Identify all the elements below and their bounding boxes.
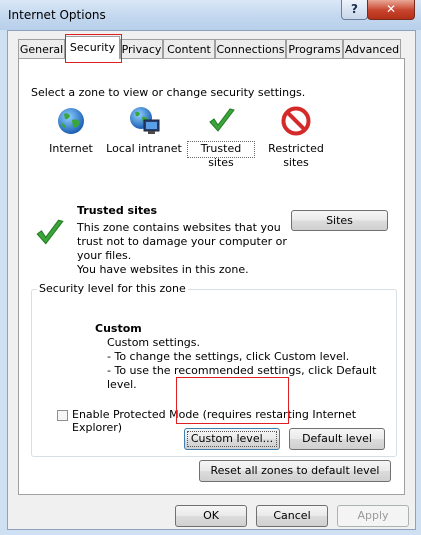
zone-internet[interactable]: Internet [41,106,101,170]
tab-advanced[interactable]: Advanced [343,39,401,58]
custom-level-button[interactable]: Custom level... [184,428,280,450]
zone-restricted-sites[interactable]: Restricted sites [266,106,326,170]
security-level-name: Custom [95,322,142,335]
zone-info-line: This zone contains websites that you [77,221,281,234]
zone-trusted-sites[interactable]: Trusted sites [187,106,257,170]
dialog-body: General Security Privacy Content Connect… [7,30,416,530]
trusted-checkmark-icon [36,219,64,245]
zone-info-line: trust not to damage your computer or [77,235,287,248]
zone-trusted-sites-label: Trusted sites [200,142,242,169]
security-level-description: Custom settings. - To change the setting… [107,336,404,392]
zone-info-title: Trusted sites [77,204,158,217]
zone-info-line: your files. [77,249,132,262]
restricted-icon [281,106,311,136]
zone-restricted-label-line2: sites [283,156,309,169]
security-tab-panel: Select a zone to view or change security… [18,58,405,495]
help-button[interactable]: ? [341,0,368,20]
level-desc-line: - To change the settings, click Custom l… [107,350,350,363]
intranet-icon [130,107,160,134]
ok-button[interactable]: OK [175,505,247,527]
sites-button[interactable]: Sites [291,210,388,231]
cancel-button[interactable]: Cancel [256,505,328,527]
zone-info-description: This zone contains websites that you tru… [77,221,287,277]
zone-internet-label: Internet [49,142,93,155]
level-desc-line: - To use the recommended settings, click… [107,364,377,391]
zone-info-line: You have websites in this zone. [77,263,249,276]
close-button[interactable]: ✕ [367,0,415,20]
tab-connections[interactable]: Connections [215,39,286,58]
tab-general[interactable]: General [18,39,65,58]
apply-button[interactable]: Apply [337,505,409,527]
zone-restricted-label-line1: Restricted [268,142,324,155]
zone-local-intranet[interactable]: Local intranet [105,106,183,170]
zone-instruction: Select a zone to view or change security… [31,86,306,99]
security-level-group-title: Security level for this zone [37,282,188,295]
protected-mode-checkbox[interactable] [57,410,68,421]
default-level-button[interactable]: Default level [289,428,385,450]
tab-privacy[interactable]: Privacy [120,39,163,58]
tab-security[interactable]: Security [65,36,120,59]
zone-local-intranet-label: Local intranet [106,142,182,155]
level-desc-line: Custom settings. [107,336,201,349]
tab-programs[interactable]: Programs [286,39,343,58]
reset-all-zones-button[interactable]: Reset all zones to default level [199,460,391,482]
window-title: Internet Options [8,8,106,22]
checkmark-icon [209,108,235,132]
title-bar[interactable]: Internet Options ? ✕ [0,0,421,30]
tab-content[interactable]: Content [163,39,215,58]
globe-icon [58,108,84,134]
